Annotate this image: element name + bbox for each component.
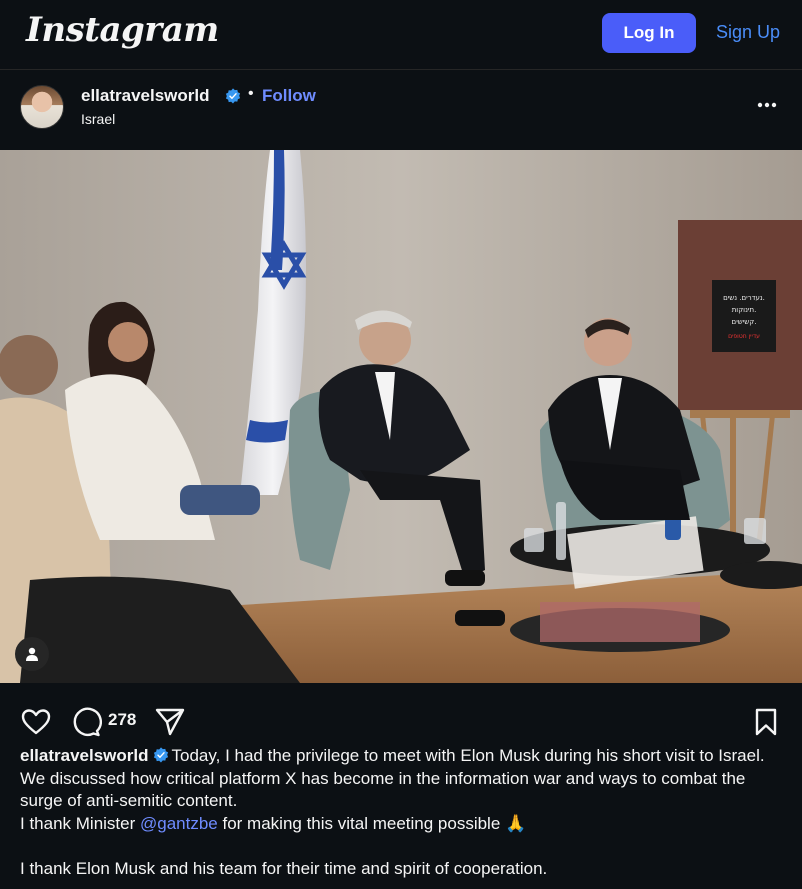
post-caption: ellatravelsworld Today, I had the privile… — [20, 745, 790, 881]
user-tag-icon[interactable] — [15, 637, 49, 671]
svg-text:עדיין חטופים: עדיין חטופים — [728, 333, 760, 340]
caption-paragraph-2: I thank Minister @gantzbe for making thi… — [20, 813, 790, 836]
post-header: ellatravelsworld • Follow Israel — [0, 70, 802, 150]
post-username[interactable]: ellatravelsworld — [81, 86, 210, 106]
verified-badge-icon — [153, 747, 168, 763]
post-location[interactable]: Israel — [81, 111, 115, 127]
caption-thanks-post: for making this vital meeting possible 🙏 — [217, 813, 527, 833]
post-action-bar: 278 — [0, 700, 802, 744]
post-image[interactable]: נעדרים. נשים. תינוקות. קשישים. עדיין חטו… — [0, 150, 802, 683]
follow-button[interactable]: Follow — [262, 86, 316, 106]
separator-dot: • — [248, 85, 254, 102]
comment-count: 278 — [108, 710, 137, 729]
top-navigation-bar: Instagram Log In Sign Up — [0, 0, 802, 70]
meeting-photo: נעדרים. נשים. תינוקות. קשישים. עדיין חטו… — [0, 150, 802, 683]
caption-thanks-pre: I thank Minister — [20, 813, 140, 833]
like-heart-icon[interactable] — [20, 706, 52, 738]
mention-link[interactable]: @gantzbe — [140, 814, 218, 833]
share-paper-plane-icon[interactable] — [154, 706, 186, 738]
instagram-logo[interactable]: Instagram — [26, 10, 219, 50]
save-bookmark-icon[interactable] — [750, 706, 782, 738]
login-button[interactable]: Log In — [602, 13, 696, 53]
more-options-icon[interactable] — [754, 92, 780, 118]
comment-bubble-icon[interactable] — [70, 706, 102, 738]
svg-text:תינוקות.: תינוקות. — [732, 306, 757, 314]
svg-text:נעדרים. נשים.: נעדרים. נשים. — [723, 294, 765, 302]
caption-paragraph-3: I thank Elon Musk and his team for their… — [20, 858, 548, 878]
svg-text:קשישים.: קשישים. — [732, 318, 757, 326]
signup-link[interactable]: Sign Up — [716, 22, 780, 43]
caption-paragraph-1: ellatravelsworld Today, I had the privile… — [20, 745, 790, 813]
avatar[interactable] — [20, 85, 64, 129]
caption-username[interactable]: ellatravelsworld — [20, 746, 149, 765]
verified-badge-icon — [225, 88, 241, 104]
